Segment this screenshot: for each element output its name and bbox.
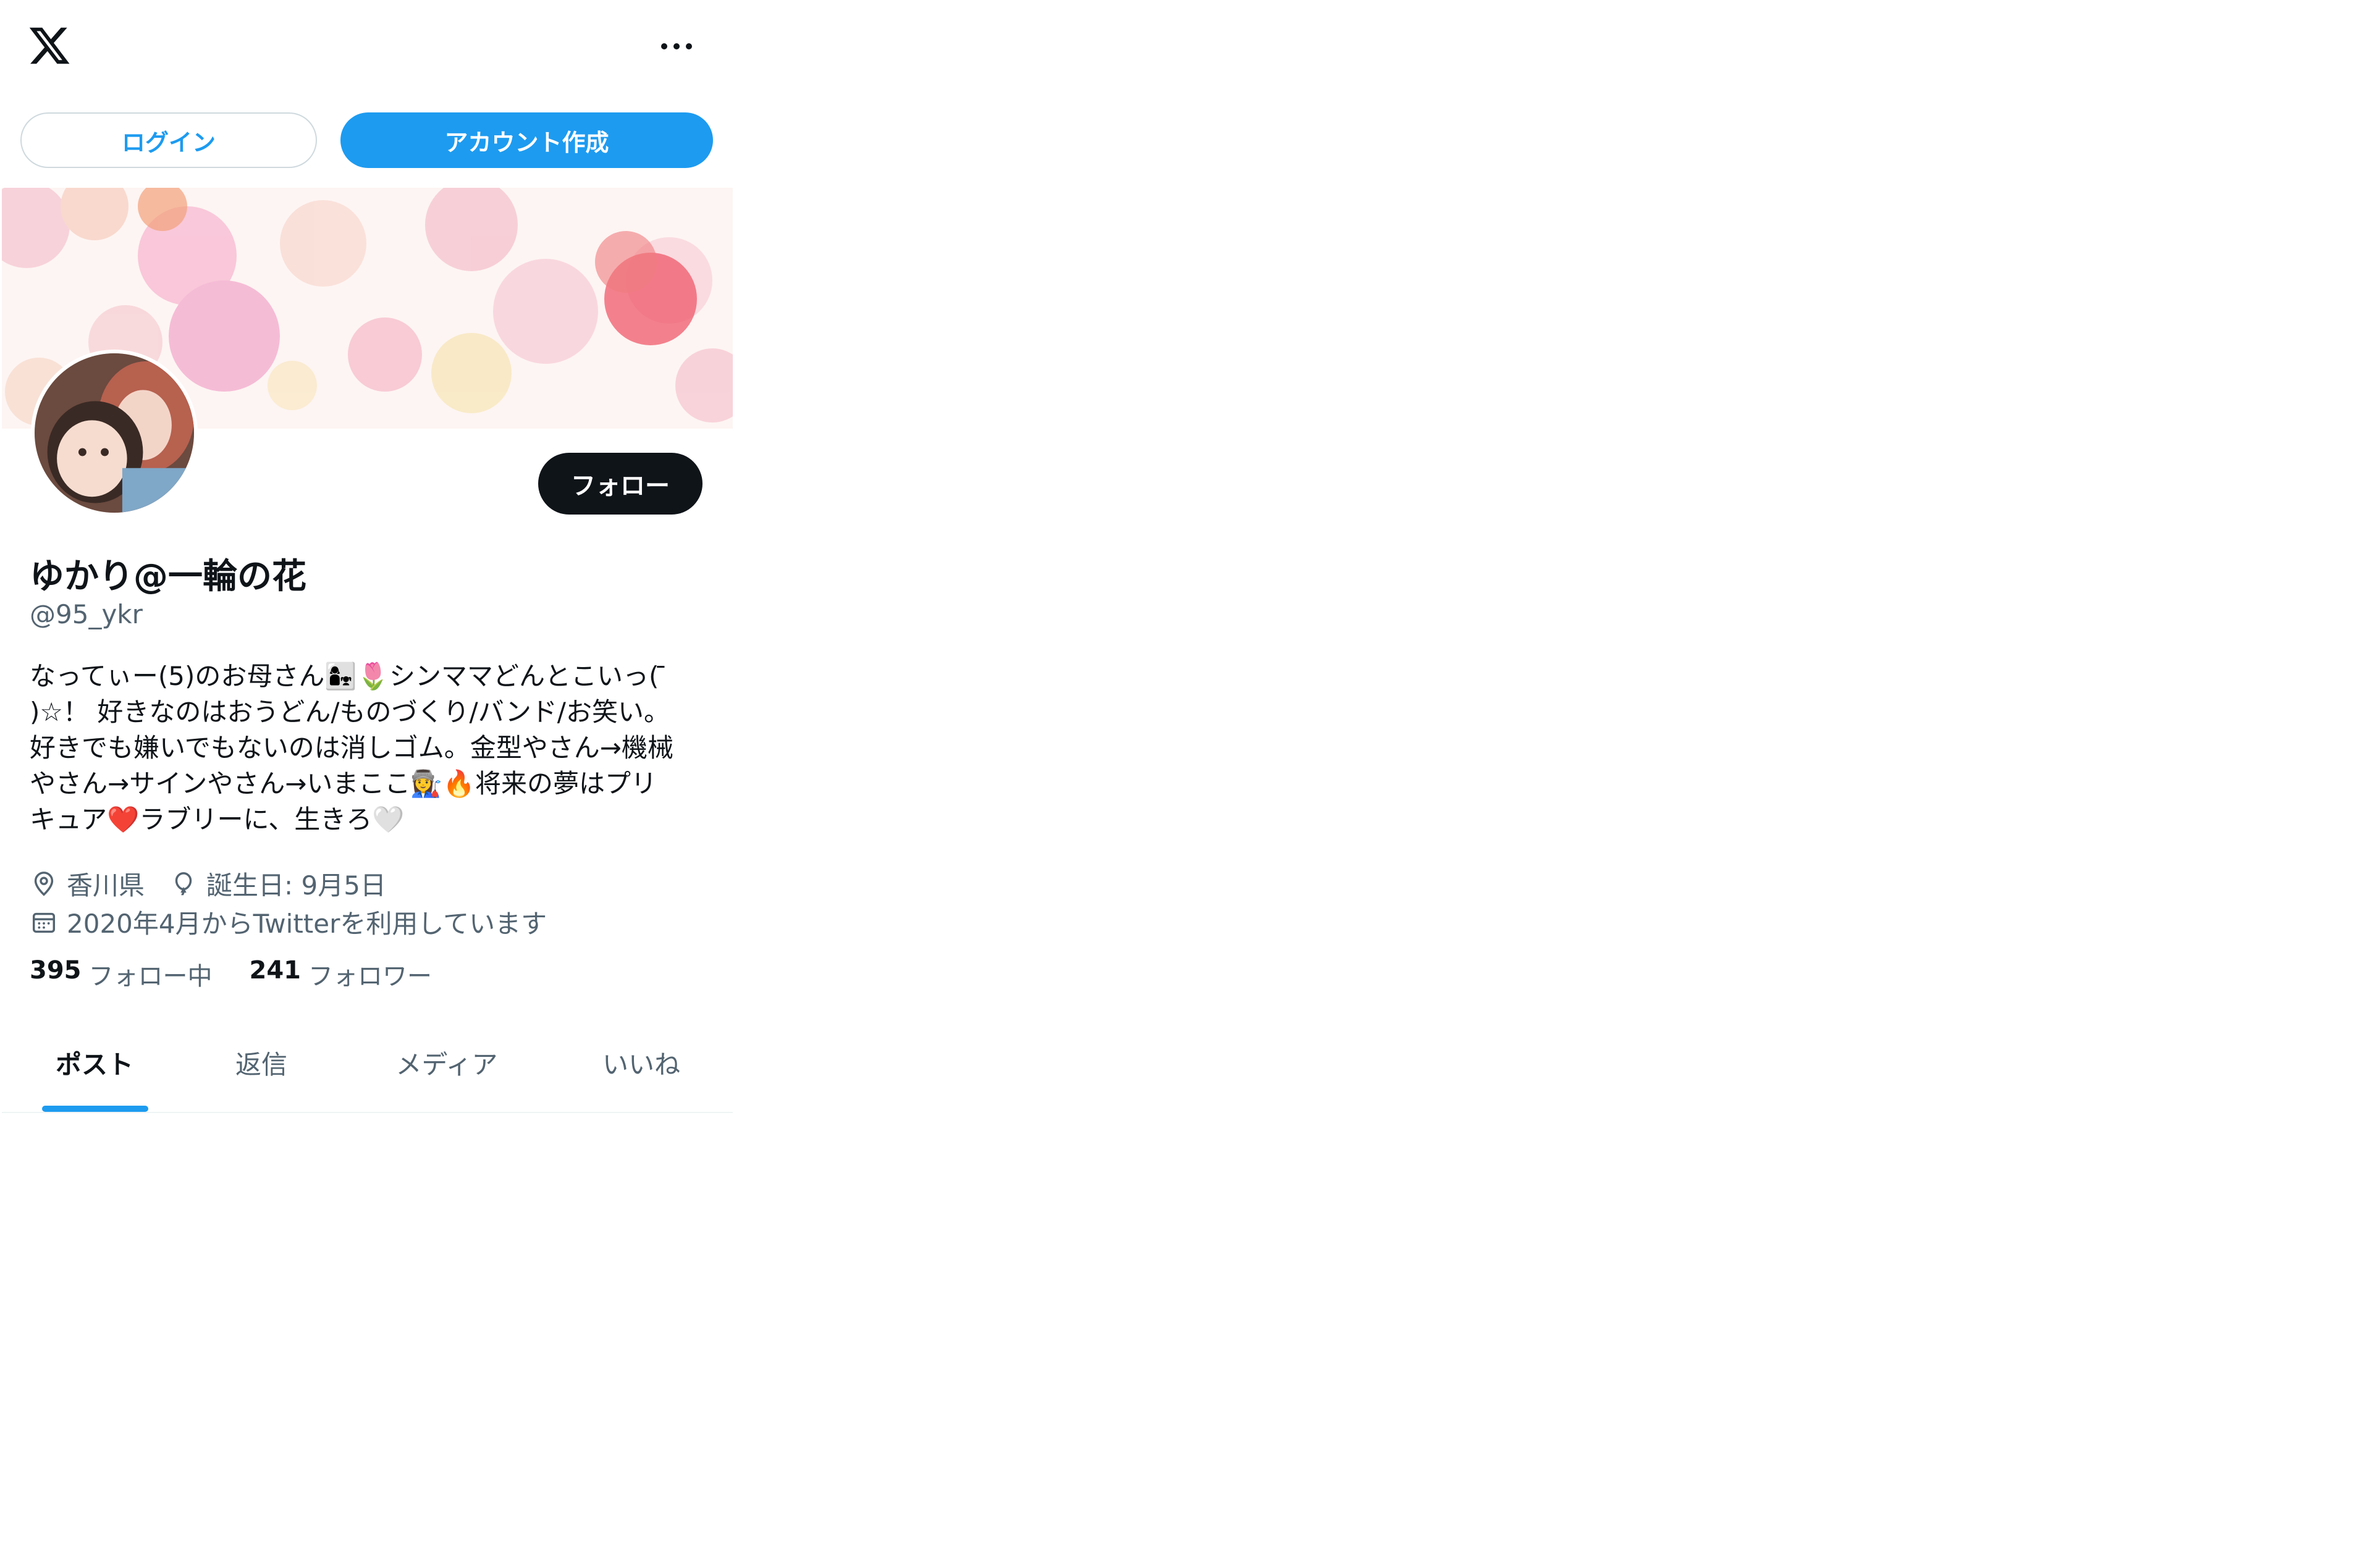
avatar[interactable] [31,350,198,516]
following-count: 395 [30,956,82,985]
bio-line: )☆！ 好きなのはおうどん/ものづくり/バンド/お笑い。 [30,697,670,727]
follow-counts: 395 フォロー中 241 フォロワー [30,956,469,992]
birthday-text: 誕生日: 9月5日 [206,870,386,901]
create-account-button[interactable]: アカウント作成 [340,112,713,168]
tab-posts[interactable]: ポスト [20,1013,169,1112]
location-text: 香川県 [67,870,145,901]
profile-meta-row: 香川県 誕生日: 9月5日 [30,865,411,902]
followers-link[interactable]: 241 フォロワー [250,956,433,992]
joined-item: 2020年4月からTwitterを利用しています [30,903,547,941]
location-pin-icon [34,871,54,896]
profile-column: ログイン アカウント作成 フォロー ゆかり@一輪の花 @95_ykr なってぃー… [0,0,733,1113]
follow-button[interactable]: フォロー [538,453,703,515]
calendar-icon [32,912,56,933]
followers-count: 241 [249,956,302,985]
page: ログイン アカウント作成 フォロー ゆかり@一輪の花 @95_ykr なってぃー… [0,0,2380,1564]
profile-tabs: ポスト 返信 メディア いいね [2,1013,733,1113]
profile-bio: なってぃー(5)のお母さん👩‍👧🌷シンママどんとこいっ( ̄ )☆！ 好きなのは… [30,658,709,838]
more-horizontal-icon[interactable] [655,35,698,57]
joined-row: 2020年4月からTwitterを利用しています [30,903,572,941]
tab-likes[interactable]: いいね [567,1013,715,1112]
x-logo-icon[interactable] [27,23,72,68]
following-link[interactable]: 395 フォロー中 [30,956,213,992]
login-button[interactable]: ログイン [20,112,317,168]
display-name: ゆかり@一輪の花 [30,557,306,597]
top-bar [0,0,728,99]
birthday-item: 誕生日: 9月5日 [169,865,386,902]
followers-label: フォロワー [308,962,432,991]
location-item: 香川県 [30,865,145,902]
bio-line: 好きでも嫌いでもないのは消しゴム。金型やさん→機械 [30,733,673,763]
active-tab-indicator [42,1106,148,1112]
joined-text: 2020年4月からTwitterを利用しています [67,909,547,939]
following-label: フォロー中 [88,962,213,991]
tab-media[interactable]: メディア [373,1013,521,1112]
bio-line: やさん→サインやさん→いまここ👩‍🏭🔥将来の夢はプリ [30,768,657,799]
user-handle: @95_ykr [30,599,143,629]
bio-line: なってぃー(5)のお母さん👩‍👧🌷シンママどんとこいっ( ̄ [30,661,667,691]
tab-replies[interactable]: 返信 [187,1013,335,1112]
balloon-icon [175,872,192,896]
bio-line: キュア❤️ラブリーに、生きろ🤍 [30,804,405,835]
